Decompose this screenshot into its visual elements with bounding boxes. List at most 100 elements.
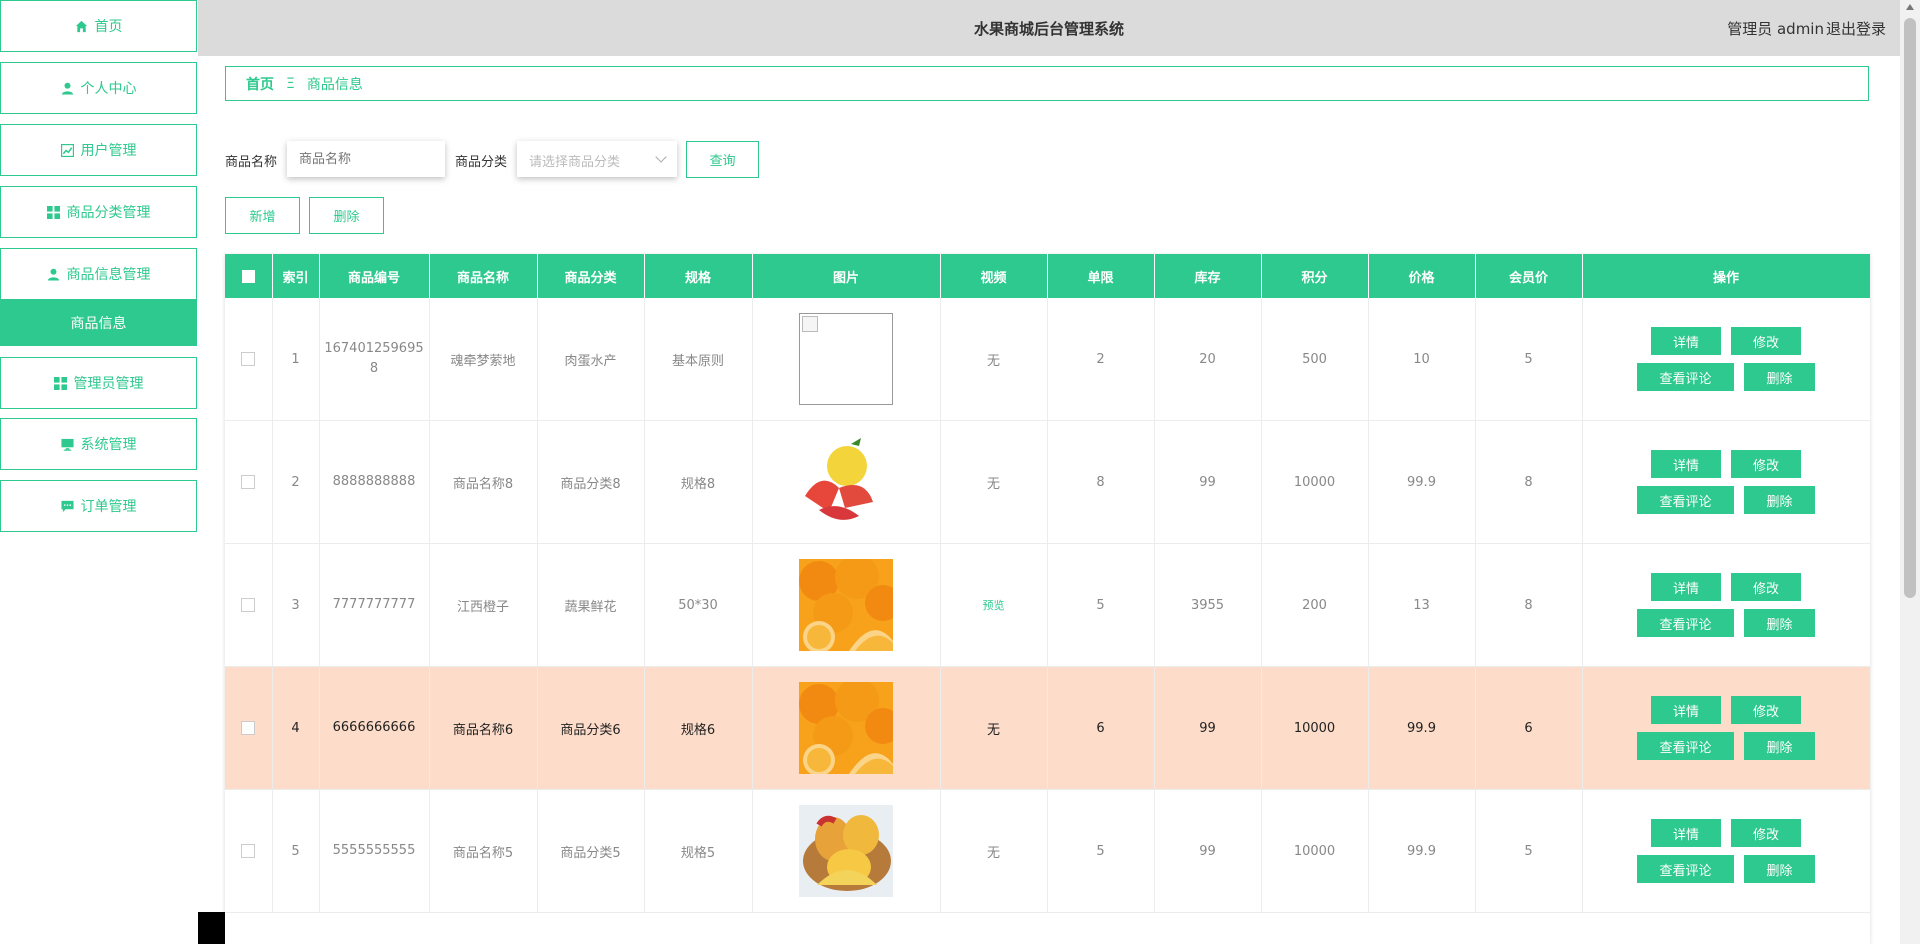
- spec-cell: 50*30: [644, 543, 753, 667]
- select-all-header[interactable]: [225, 254, 273, 298]
- scroll-up-icon[interactable]: [1906, 4, 1914, 10]
- view-comments-button[interactable]: 查看评论: [1637, 609, 1734, 637]
- edit-button[interactable]: 修改: [1731, 327, 1801, 355]
- row-select-cell[interactable]: [225, 543, 273, 667]
- home-icon: [75, 19, 89, 33]
- breadcrumb-current: 商品信息: [306, 76, 363, 93]
- video-cell-text: 无: [986, 353, 1000, 369]
- product-image-orange: [799, 682, 893, 774]
- price-cell: 13: [1368, 543, 1476, 667]
- detail-button[interactable]: 详情: [1651, 327, 1721, 355]
- name-cell: 商品名称5: [429, 789, 538, 913]
- sidebar-subitem-product-info[interactable]: 商品信息: [0, 299, 197, 346]
- product-image-mango: [799, 805, 893, 897]
- points-cell: 200: [1261, 543, 1369, 667]
- row-checkbox[interactable]: [241, 844, 256, 858]
- row-checkbox[interactable]: [241, 352, 256, 366]
- sidebar-item-label: 商品分类管理: [66, 205, 151, 221]
- index-cell: 5: [272, 789, 320, 913]
- code-cell: 7777777777: [319, 543, 430, 667]
- product-image-orange: [799, 559, 893, 651]
- stock-cell: 20: [1154, 298, 1262, 421]
- member-price-cell: 6: [1475, 666, 1583, 790]
- scrollbar-thumb[interactable]: [1904, 18, 1916, 598]
- table-row[interactable]: 4 6666666666 商品名称6 商品分类6 规格6 无 6 99 1000…: [225, 666, 1870, 790]
- delete-button[interactable]: 删除: [1744, 363, 1815, 391]
- table-row[interactable]: 1 1674012596958 魂牵梦萦地 肉蛋水产 基本原则 无 2 20 5…: [225, 298, 1870, 421]
- video-cell-text: 无: [986, 722, 1000, 738]
- view-comments-button[interactable]: 查看评论: [1637, 855, 1734, 883]
- detail-button[interactable]: 详情: [1651, 819, 1721, 847]
- index-cell: 2: [272, 420, 320, 544]
- product-name-input[interactable]: [287, 141, 445, 177]
- select-all-checkbox[interactable]: [241, 269, 255, 283]
- sidebar-item-category[interactable]: 商品分类管理: [0, 186, 197, 238]
- delete-button[interactable]: 删除: [1744, 486, 1815, 514]
- video-cell: 无: [940, 420, 1048, 544]
- sidebar-item-system[interactable]: 系统管理: [0, 418, 197, 470]
- name-cell: 江西橙子: [429, 543, 538, 667]
- batch-delete-button[interactable]: 删除: [309, 197, 384, 234]
- row-checkbox[interactable]: [241, 721, 256, 735]
- query-button[interactable]: 查询: [686, 141, 759, 178]
- edit-button[interactable]: 修改: [1731, 450, 1801, 478]
- row-select-cell[interactable]: [225, 789, 273, 913]
- row-select-cell[interactable]: [225, 298, 273, 421]
- table-row[interactable]: 3 7777777777 江西橙子 蔬果鲜花 50*30 预览 5 3955 2…: [225, 543, 1870, 667]
- sidebar-item-orders[interactable]: 订单管理: [0, 480, 197, 532]
- sidebar-item-product-info[interactable]: 商品信息管理: [0, 248, 197, 300]
- stock-cell: 99: [1154, 666, 1262, 790]
- broken-image-icon: [799, 313, 893, 405]
- category-select-placeholder: 请选择商品分类: [529, 155, 621, 170]
- detail-button[interactable]: 详情: [1651, 450, 1721, 478]
- delete-button[interactable]: 删除: [1744, 855, 1815, 883]
- spec-cell: 基本原则: [644, 298, 753, 421]
- sidebar-item-profile[interactable]: 个人中心: [0, 62, 197, 114]
- member-price-cell: 5: [1475, 298, 1583, 421]
- view-comments-button[interactable]: 查看评论: [1637, 486, 1734, 514]
- row-select-cell[interactable]: [225, 666, 273, 790]
- limit-cell: 6: [1047, 666, 1155, 790]
- view-comments-button[interactable]: 查看评论: [1637, 363, 1734, 391]
- logout-link[interactable]: 退出登录: [1826, 18, 1886, 39]
- table-row[interactable]: 5 5555555555 商品名称5 商品分类5 规格5 无 5 99 1000…: [225, 789, 1870, 913]
- view-comments-button[interactable]: 查看评论: [1637, 732, 1734, 760]
- table-row[interactable]: 2 8888888888 商品名称8 商品分类8 规格8 无 8 99 1000…: [225, 420, 1870, 544]
- category-cell: 商品分类6: [537, 666, 645, 790]
- breadcrumb-home[interactable]: 首页: [246, 74, 274, 94]
- detail-button[interactable]: 详情: [1651, 573, 1721, 601]
- user-icon: [61, 81, 75, 95]
- column-header: 商品编号: [319, 254, 430, 298]
- edit-button[interactable]: 修改: [1731, 819, 1801, 847]
- sidebar-item-admins[interactable]: 管理员管理: [0, 357, 197, 409]
- chevron-down-icon: [655, 151, 667, 163]
- vertical-scrollbar[interactable]: [1900, 0, 1920, 944]
- edit-button[interactable]: 修改: [1731, 696, 1801, 724]
- sidebar-item-label: 订单管理: [80, 499, 137, 515]
- sidebar-item-users[interactable]: 用户管理: [0, 124, 197, 176]
- row-checkbox[interactable]: [241, 475, 256, 489]
- delete-button[interactable]: 删除: [1744, 609, 1815, 637]
- sidebar-item-home[interactable]: 首页: [0, 0, 197, 52]
- category-select[interactable]: 请选择商品分类: [517, 141, 677, 177]
- add-button[interactable]: 新增: [225, 197, 300, 234]
- row-select-cell[interactable]: [225, 420, 273, 544]
- points-cell: 10000: [1261, 420, 1369, 544]
- chart-icon: [61, 143, 75, 157]
- stock-cell: 3955: [1154, 543, 1262, 667]
- edit-button[interactable]: 修改: [1731, 573, 1801, 601]
- product-image-grapefruit: [799, 436, 893, 528]
- name-cell: 商品名称8: [429, 420, 538, 544]
- limit-cell: 5: [1047, 543, 1155, 667]
- operations-cell: 详情 修改 查看评论 删除: [1582, 666, 1870, 790]
- delete-button[interactable]: 删除: [1744, 732, 1815, 760]
- video-cell: 无: [940, 298, 1048, 421]
- video-preview-link[interactable]: 预览: [983, 599, 1005, 612]
- sidebar-item-label: 首页: [94, 19, 123, 35]
- column-header: 单限: [1047, 254, 1155, 298]
- row-checkbox[interactable]: [241, 598, 256, 612]
- index-cell: 3: [272, 543, 320, 667]
- detail-button[interactable]: 详情: [1651, 696, 1721, 724]
- name-cell: 魂牵梦萦地: [429, 298, 538, 421]
- product-table: 索引 商品编号 商品名称 商品分类 规格 图片 视频 单限 库存 积分 价格 会…: [225, 254, 1870, 944]
